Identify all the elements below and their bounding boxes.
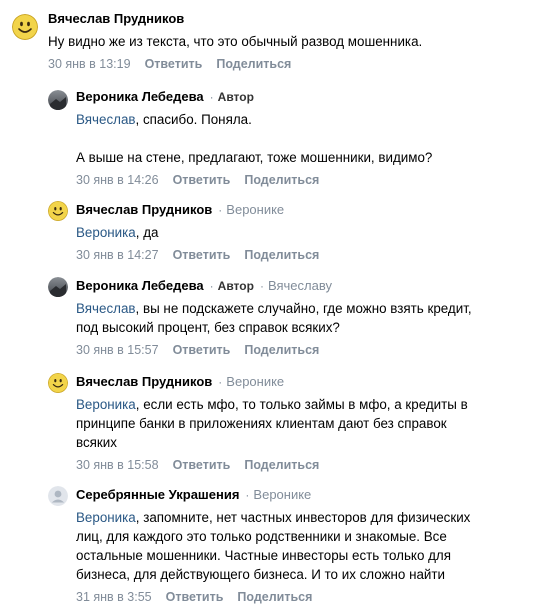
- comment-meta: 30 янв в 13:19 Ответить Поделиться: [48, 55, 526, 73]
- comment-author[interactable]: Вероника Лебедева: [76, 89, 204, 104]
- comment-meta: 30 янв в 15:58 Ответить Поделиться: [76, 456, 526, 474]
- share-button[interactable]: Поделиться: [237, 590, 312, 604]
- mention-link[interactable]: Вячеслав: [76, 112, 136, 127]
- comment-text: Вячеслав, спасибо. Поняла. А выше на сте…: [76, 110, 526, 167]
- reply-button[interactable]: Ответить: [145, 57, 203, 71]
- avatar[interactable]: [48, 201, 68, 221]
- person-placeholder-icon: [48, 486, 68, 506]
- smiley-avatar-icon: [48, 373, 68, 393]
- reply-button[interactable]: Ответить: [173, 458, 231, 472]
- comment-text: Вероника, если есть мфо, то только займы…: [76, 395, 526, 452]
- author-badge: Автор: [217, 279, 254, 293]
- comment-meta: 30 янв в 15:57 Ответить Поделиться: [76, 341, 526, 359]
- separator-dot: ·: [259, 279, 264, 293]
- comment: Вячеслав Прудников · Веронике Вероника, да…: [0, 201, 534, 263]
- reply-to-link[interactable]: Вячеславу: [268, 278, 332, 293]
- avatar[interactable]: [12, 14, 38, 40]
- comment-meta: 30 янв в 14:27 Ответить Поделиться: [76, 246, 526, 264]
- separator-dot: ·: [245, 488, 250, 502]
- mention-link[interactable]: Вероника: [76, 225, 136, 240]
- comment-date[interactable]: 30 янв в 13:19: [48, 57, 131, 71]
- photo-avatar-icon: [48, 90, 68, 110]
- comment-text-body: Ну видно же из текста, что это обычный р…: [48, 34, 423, 49]
- comment-text: Вероника, да: [76, 223, 526, 242]
- avatar[interactable]: [48, 486, 68, 506]
- smiley-avatar-icon: [12, 14, 38, 40]
- comment-text: Вячеслав, вы не подскажете случайно, где…: [76, 299, 526, 337]
- share-button[interactable]: Поделиться: [244, 343, 319, 357]
- comment: Вероника Лебедева · Автор · Вячеславу Вячесл…: [0, 277, 534, 359]
- reply-button[interactable]: Ответить: [173, 248, 231, 262]
- reply-to-link[interactable]: Веронике: [226, 202, 284, 217]
- separator-dot: ·: [209, 90, 214, 104]
- avatar[interactable]: [48, 373, 68, 393]
- comment-meta: 30 янв в 14:26 Ответить Поделиться: [76, 171, 526, 189]
- comment-thread: Вячеслав Прудников Ну видно же из текста…: [0, 0, 534, 611]
- reply-button[interactable]: Ответить: [166, 590, 224, 604]
- comment-author[interactable]: Вячеслав Прудников: [76, 374, 212, 389]
- comment-author[interactable]: Вячеслав Прудников: [76, 202, 212, 217]
- comment-author[interactable]: Вероника Лебедева: [76, 278, 204, 293]
- reply-to-link[interactable]: Веронике: [226, 374, 284, 389]
- comment: Вячеслав Прудников · Веронике Вероника, ес…: [0, 373, 534, 473]
- comment: Вероника Лебедева · Автор Вячеслав, спасиб…: [0, 88, 534, 188]
- comment-text-body: , вы не подскажете случайно, где можно в…: [76, 301, 472, 335]
- share-button[interactable]: Поделиться: [244, 458, 319, 472]
- separator-dot: ·: [218, 203, 223, 217]
- mention-link[interactable]: Вероника: [76, 510, 136, 525]
- avatar[interactable]: [48, 277, 68, 297]
- comment-date[interactable]: 31 янв в 3:55: [76, 590, 152, 604]
- separator-dot: ·: [209, 279, 214, 293]
- reply-button[interactable]: Ответить: [173, 343, 231, 357]
- comment-text-body: , запомните, нет частных инвесторов для …: [76, 510, 471, 582]
- separator-dot: ·: [218, 375, 223, 389]
- author-badge: Автор: [217, 90, 254, 104]
- comment-date[interactable]: 30 янв в 15:57: [76, 343, 159, 357]
- comment: Серебрянные Украшения · Веронике Вероника,…: [0, 486, 534, 606]
- avatar[interactable]: [48, 90, 68, 110]
- mention-link[interactable]: Вероника: [76, 397, 136, 412]
- comment-date[interactable]: 30 янв в 15:58: [76, 458, 159, 472]
- comment-date[interactable]: 30 янв в 14:26: [76, 173, 159, 187]
- comment-author[interactable]: Серебрянные Украшения: [76, 487, 239, 502]
- comment: Вячеслав Прудников Ну видно же из текста…: [0, 10, 534, 76]
- comment-date[interactable]: 30 янв в 14:27: [76, 248, 159, 262]
- reply-button[interactable]: Ответить: [173, 173, 231, 187]
- reply-to-link[interactable]: Веронике: [253, 487, 311, 502]
- comment-text: Ну видно же из текста, что это обычный р…: [48, 32, 526, 51]
- comment-author[interactable]: Вячеслав Прудников: [48, 11, 184, 26]
- mention-link[interactable]: Вячеслав: [76, 301, 136, 316]
- comment-text: Вероника, запомните, нет частных инвесто…: [76, 508, 526, 584]
- share-button[interactable]: Поделиться: [244, 173, 319, 187]
- smiley-avatar-icon: [48, 201, 68, 221]
- photo-avatar-icon: [48, 277, 68, 297]
- comment-meta: 31 янв в 3:55 Ответить Поделиться: [76, 588, 526, 606]
- share-button[interactable]: Поделиться: [216, 57, 291, 71]
- share-button[interactable]: Поделиться: [244, 248, 319, 262]
- comment-text-body: , да: [135, 225, 159, 240]
